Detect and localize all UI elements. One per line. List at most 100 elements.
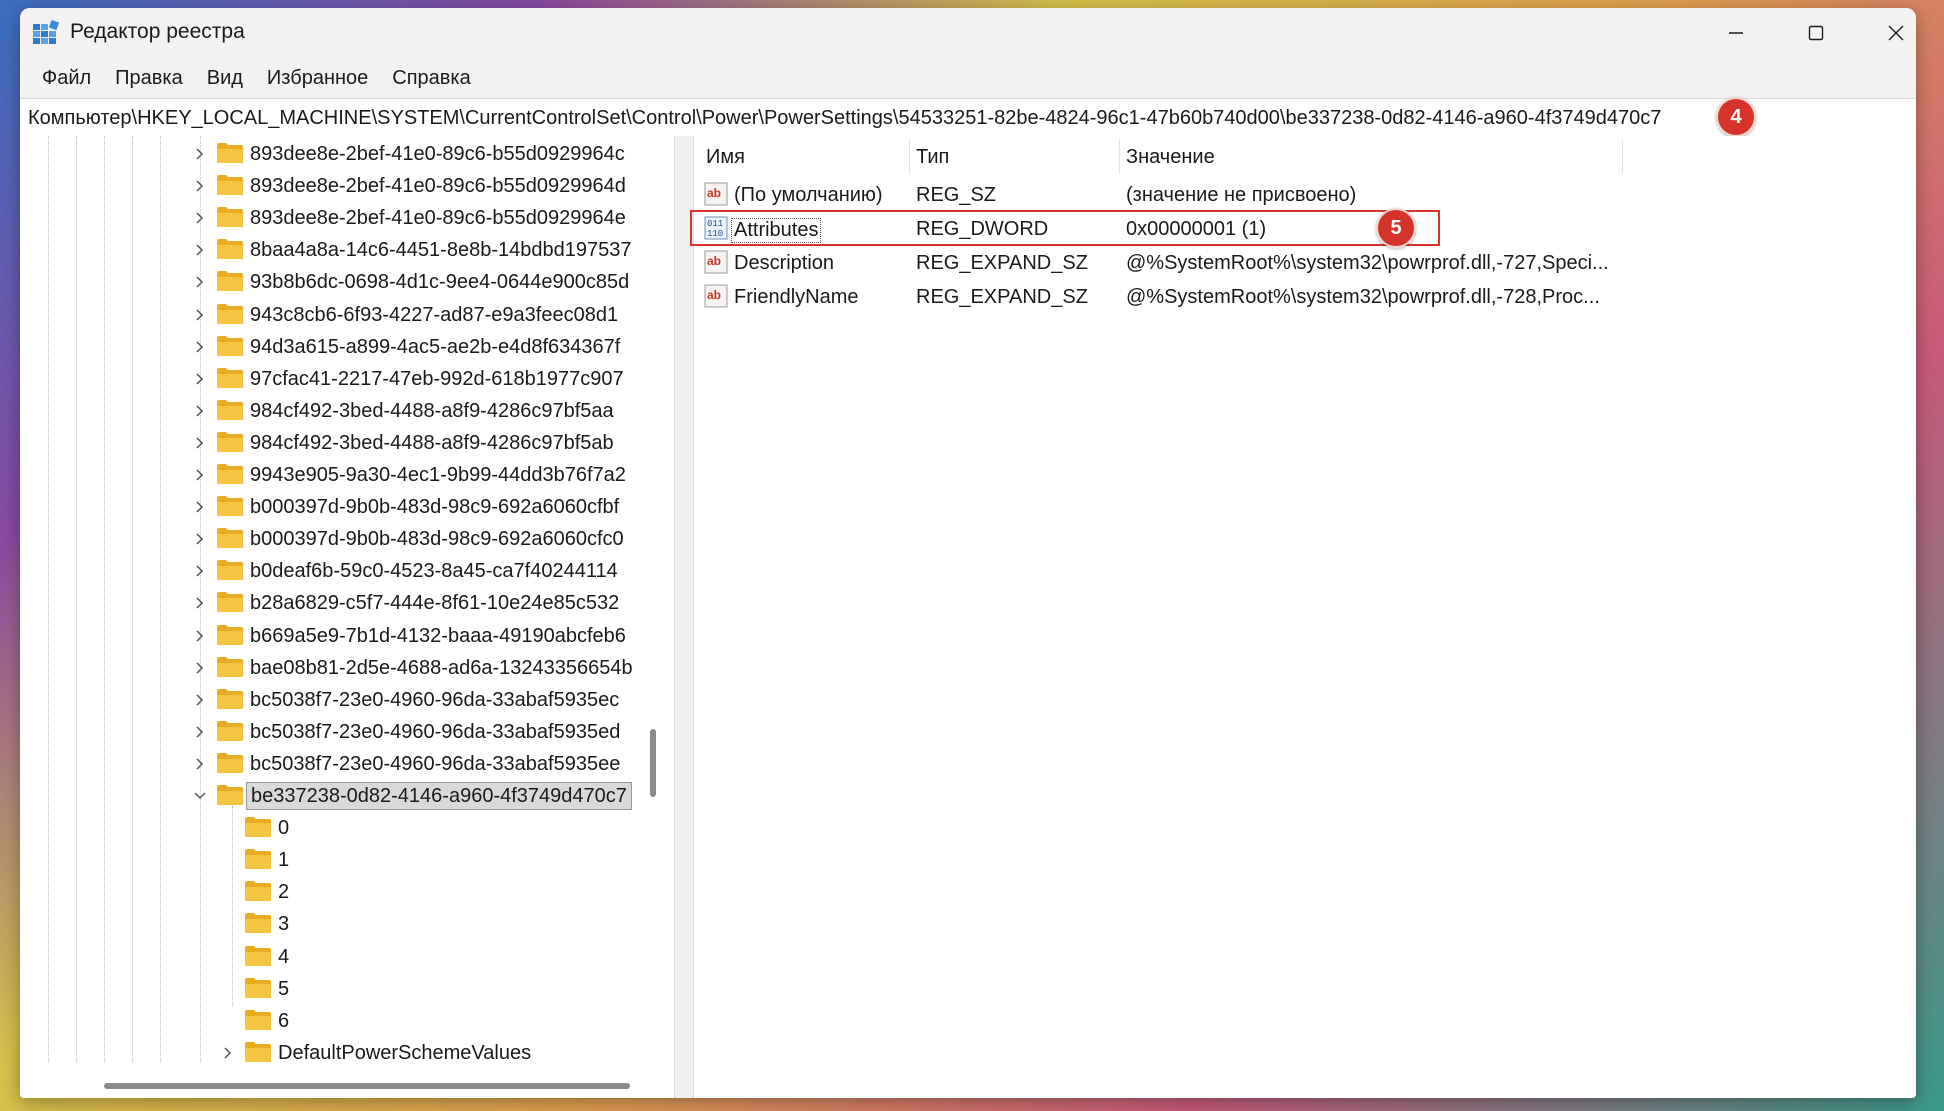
tree-item[interactable]: be337238-0d82-4146-a960-4f3749d470c7 — [20, 780, 674, 812]
tree-item-label[interactable]: b669a5e9-7b1d-4132-baaa-49190abcfeb6 — [246, 623, 630, 649]
tree-item-label[interactable]: 3 — [274, 911, 293, 937]
tree-item-label[interactable]: b000397d-9b0b-483d-98c9-692a6060cfbf — [246, 494, 623, 520]
list-row[interactable]: ab FriendlyName REG_EXPAND_SZ @%SystemRoot%… — [694, 280, 1694, 314]
chevron-right-icon[interactable] — [193, 403, 207, 419]
tree-item[interactable]: 0 — [20, 812, 674, 844]
list-row[interactable]: ab Description REG_EXPAND_SZ @%SystemRoot%\… — [694, 246, 1694, 280]
values-list-pane[interactable]: Имя Тип Значение ab (По умолчанию) REG_SZ (… — [690, 136, 1916, 1098]
tree-item[interactable]: 1 — [20, 844, 674, 876]
tree-item-label[interactable]: 97cfac41-2217-47eb-992d-618b1977c907 — [246, 366, 628, 392]
chevron-right-icon[interactable] — [193, 628, 207, 644]
tree-item[interactable]: 9943e905-9a30-4ec1-9b99-44dd3b76f7a2 — [20, 459, 674, 491]
chevron-right-icon[interactable] — [221, 1045, 235, 1061]
menu-view[interactable]: Вид — [195, 63, 255, 94]
chevron-right-icon[interactable] — [193, 724, 207, 740]
tree-item[interactable]: DefaultPowerSchemeValues — [20, 1037, 674, 1069]
chevron-right-icon[interactable] — [193, 499, 207, 515]
tree-item[interactable]: 8baa4a8a-14c6-4451-8e8b-14bdbd197537 — [20, 234, 674, 266]
tree-item-label[interactable]: 1 — [274, 847, 293, 873]
pane-splitter[interactable] — [674, 136, 694, 1098]
tree-item-label[interactable]: 8baa4a8a-14c6-4451-8e8b-14bdbd197537 — [246, 237, 635, 263]
key-tree-pane[interactable]: 893dee8e-2bef-41e0-89c6-b55d0929964c 893d… — [20, 136, 674, 1098]
tree-item[interactable]: 984cf492-3bed-4488-a8f9-4286c97bf5aa — [20, 395, 674, 427]
chevron-right-icon[interactable] — [193, 371, 207, 387]
tree-item-label[interactable]: 5 — [274, 976, 293, 1002]
tree-item-label[interactable]: bc5038f7-23e0-4960-96da-33abaf5935ec — [246, 687, 623, 713]
maximize-button[interactable] — [1776, 8, 1856, 58]
tree-item-label[interactable]: 984cf492-3bed-4488-a8f9-4286c97bf5ab — [246, 430, 618, 456]
tree-item[interactable]: 893dee8e-2bef-41e0-89c6-b55d0929964d — [20, 170, 674, 202]
tree-item-label[interactable]: 9943e905-9a30-4ec1-9b99-44dd3b76f7a2 — [246, 462, 630, 488]
chevron-right-icon[interactable] — [193, 146, 207, 162]
chevron-right-icon[interactable] — [193, 756, 207, 772]
address-bar[interactable]: Компьютер\HKEY_LOCAL_MACHINE\SYSTEM\Curr… — [20, 97, 1916, 138]
chevron-right-icon[interactable] — [193, 178, 207, 194]
tree-item[interactable]: bae08b81-2d5e-4688-ad6a-13243356654b — [20, 652, 674, 684]
tree-item[interactable]: bc5038f7-23e0-4960-96da-33abaf5935ec — [20, 684, 674, 716]
value-name[interactable]: FriendlyName — [734, 286, 858, 309]
tree-item-label[interactable]: 984cf492-3bed-4488-a8f9-4286c97bf5aa — [246, 398, 618, 424]
tree-item-label[interactable]: bae08b81-2d5e-4688-ad6a-13243356654b — [246, 655, 637, 681]
tree-item-label[interactable]: bc5038f7-23e0-4960-96da-33abaf5935ed — [246, 719, 624, 745]
tree-item[interactable]: b669a5e9-7b1d-4132-baaa-49190abcfeb6 — [20, 620, 674, 652]
tree-item-label[interactable]: 2 — [274, 879, 293, 905]
tree-item[interactable]: b000397d-9b0b-483d-98c9-692a6060cfc0 — [20, 523, 674, 555]
tree-item[interactable]: 4 — [20, 941, 674, 973]
tree-item-label[interactable]: 6 — [274, 1008, 293, 1034]
tree-item[interactable]: 5 — [20, 973, 674, 1005]
value-name[interactable]: (По умолчанию) — [734, 184, 883, 207]
tree-item-label[interactable]: 94d3a615-a899-4ac5-ae2b-e4d8f634367f — [246, 334, 624, 360]
tree-item[interactable]: 893dee8e-2bef-41e0-89c6-b55d0929964e — [20, 202, 674, 234]
list-row[interactable]: 011 110 Attributes REG_DWORD 0x00000001 (1) 5 — [690, 208, 1694, 248]
tree-item-label[interactable]: 0 — [274, 815, 293, 841]
chevron-right-icon[interactable] — [193, 307, 207, 323]
chevron-right-icon[interactable] — [193, 563, 207, 579]
chevron-right-icon[interactable] — [193, 210, 207, 226]
value-name[interactable]: Description — [734, 252, 834, 275]
tree-item-label[interactable]: b000397d-9b0b-483d-98c9-692a6060cfc0 — [246, 526, 628, 552]
column-header-value[interactable]: Значение — [1126, 146, 1215, 169]
tree-item[interactable]: 893dee8e-2bef-41e0-89c6-b55d0929964c — [20, 138, 674, 170]
tree-item-label[interactable]: b28a6829-c5f7-444e-8f61-10e24e85c532 — [246, 590, 623, 616]
chevron-right-icon[interactable] — [193, 467, 207, 483]
tree-item-label[interactable]: be337238-0d82-4146-a960-4f3749d470c7 — [246, 782, 632, 810]
column-separator[interactable] — [1622, 140, 1623, 174]
chevron-right-icon[interactable] — [193, 339, 207, 355]
menu-edit[interactable]: Правка — [103, 63, 195, 94]
tree-item[interactable]: 3 — [20, 908, 674, 940]
chevron-right-icon[interactable] — [193, 660, 207, 676]
tree-item-label[interactable]: bc5038f7-23e0-4960-96da-33abaf5935ee — [246, 751, 624, 777]
tree-item[interactable]: 97cfac41-2217-47eb-992d-618b1977c907 — [20, 363, 674, 395]
tree-item[interactable]: 984cf492-3bed-4488-a8f9-4286c97bf5ab — [20, 427, 674, 459]
tree-item-label[interactable]: b0deaf6b-59c0-4523-8a45-ca7f40244114 — [246, 558, 622, 584]
tree-item[interactable]: 93b8b6dc-0698-4d1c-9ee4-0644e900c85d — [20, 266, 674, 298]
tree-item[interactable]: b28a6829-c5f7-444e-8f61-10e24e85c532 — [20, 587, 674, 619]
tree-item[interactable]: b0deaf6b-59c0-4523-8a45-ca7f40244114 — [20, 555, 674, 587]
menu-file[interactable]: Файл — [30, 63, 103, 94]
column-separator[interactable] — [909, 140, 910, 174]
tree-item[interactable]: 943c8cb6-6f93-4227-ad87-e9a3feec08d1 — [20, 299, 674, 331]
column-header-name[interactable]: Имя — [706, 146, 745, 169]
chevron-right-icon[interactable] — [193, 531, 207, 547]
tree-item[interactable]: b000397d-9b0b-483d-98c9-692a6060cfbf — [20, 491, 674, 523]
tree-item-label[interactable]: 893dee8e-2bef-41e0-89c6-b55d0929964d — [246, 173, 630, 199]
chevron-right-icon[interactable] — [193, 274, 207, 290]
chevron-right-icon[interactable] — [193, 242, 207, 258]
tree-item[interactable]: 94d3a615-a899-4ac5-ae2b-e4d8f634367f — [20, 331, 674, 363]
chevron-right-icon[interactable] — [193, 435, 207, 451]
tree-vertical-scrollbar[interactable] — [650, 729, 656, 797]
tree-item[interactable]: 6 — [20, 1005, 674, 1037]
list-row[interactable]: ab (По умолчанию) REG_SZ (значение не присв… — [694, 178, 1694, 212]
chevron-right-icon[interactable] — [193, 595, 207, 611]
tree-item-label[interactable]: 4 — [274, 944, 293, 970]
menu-help[interactable]: Справка — [380, 63, 482, 94]
minimize-button[interactable] — [1696, 8, 1776, 58]
chevron-down-icon[interactable] — [193, 788, 207, 804]
tree-item-label[interactable]: 893dee8e-2bef-41e0-89c6-b55d0929964e — [246, 205, 630, 231]
column-separator[interactable] — [1119, 140, 1120, 174]
menu-favorites[interactable]: Избранное — [255, 63, 380, 94]
address-path[interactable]: Компьютер\HKEY_LOCAL_MACHINE\SYSTEM\Curr… — [28, 107, 1661, 130]
tree-item[interactable]: 2 — [20, 876, 674, 908]
tree-item-label[interactable]: DefaultPowerSchemeValues — [274, 1040, 535, 1066]
tree-item-label[interactable]: 93b8b6dc-0698-4d1c-9ee4-0644e900c85d — [246, 269, 633, 295]
